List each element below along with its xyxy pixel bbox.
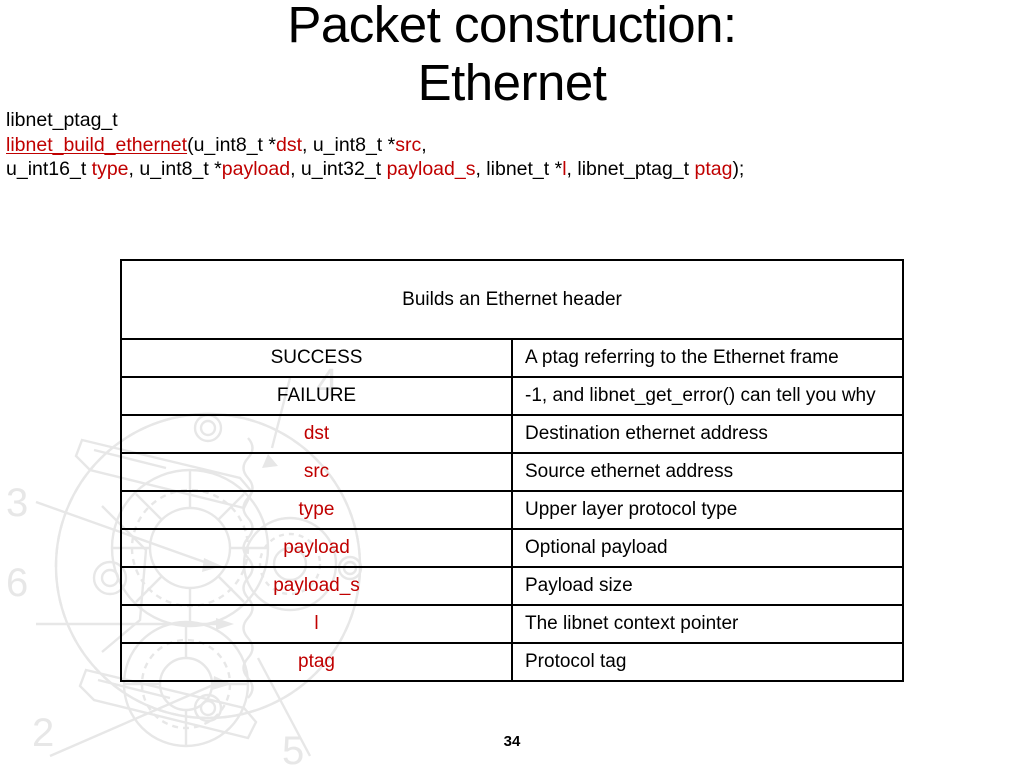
prototype-seg-4: u_int16_t (6, 158, 92, 180)
prototype-arg-payload: payload (221, 158, 291, 180)
prototype-seg-5: , u_int8_t * (128, 158, 222, 180)
prototype-seg-2: , u_int8_t * (301, 133, 396, 156)
table-row: src Source ethernet address (120, 452, 904, 492)
table-header-cell: Builds an Ethernet header (120, 259, 904, 340)
table-cell-value: Destination ethernet address (511, 414, 904, 454)
table-cell-key: dst (120, 414, 513, 454)
table-cell-value: Protocol tag (511, 642, 904, 682)
table-cell-value: -1, and libnet_get_error() can tell you … (511, 376, 904, 416)
prototype-line-1: libnet_ptag_t (6, 108, 1016, 133)
table-row: type Upper layer protocol type (120, 490, 904, 530)
table-cell-key: SUCCESS (120, 338, 513, 378)
table-cell-value: Payload size (511, 566, 904, 606)
prototype-arg-dst: dst (275, 133, 302, 156)
table-cell-key: FAILURE (120, 376, 513, 416)
table-row: l The libnet context pointer (120, 604, 904, 644)
prototype-seg-7: , libnet_t * (475, 158, 563, 180)
table-row: SUCCESS A ptag referring to the Ethernet … (120, 338, 904, 378)
table-cell-value: Upper layer protocol type (511, 490, 904, 530)
table-cell-value: The libnet context pointer (511, 604, 904, 644)
slide-title: Packet construction: Ethernet (287, 0, 737, 111)
table-cell-value: A ptag referring to the Ethernet frame (511, 338, 904, 378)
page-number: 34 (503, 733, 521, 750)
table-cell-value: Optional payload (511, 528, 904, 568)
table-cell-key: payload_s (120, 566, 513, 606)
table-cell-key: src (120, 452, 513, 492)
prototype-seg-1: u_int8_t * (193, 133, 276, 156)
function-prototype: libnet_ptag_t libnet_build_ethernet(u_in… (6, 108, 1016, 182)
prototype-seg-3: , (421, 133, 427, 156)
prototype-arg-ptag: ptag (694, 158, 733, 180)
prototype-arg-payload-s: payload_s (386, 158, 476, 180)
table-row: payload_s Payload size (120, 566, 904, 606)
table-header-row: Builds an Ethernet header (120, 259, 904, 340)
table-row: ptag Protocol tag (120, 642, 904, 682)
table-cell-key: payload (120, 528, 513, 568)
table-cell-key: ptag (120, 642, 513, 682)
prototype-line-2: libnet_build_ethernet(u_int8_t *dst, u_i… (6, 133, 1016, 158)
table-cell-key: type (120, 490, 513, 530)
prototype-seg-9: ); (732, 158, 745, 180)
table-row: FAILURE -1, and libnet_get_error() can te… (120, 376, 904, 416)
prototype-arg-src: src (395, 133, 422, 156)
prototype-arg-type: type (91, 158, 129, 180)
table-body: Builds an Ethernet header SUCCESS A ptag … (120, 259, 904, 682)
prototype-seg-6: , u_int32_t (290, 158, 387, 180)
prototype-return-type: libnet_ptag_t (6, 109, 118, 131)
table-cell-key: l (120, 604, 513, 644)
slide-content: Packet construction: Ethernet libnet_pta… (0, 0, 1024, 768)
parameter-description-table: Builds an Ethernet header SUCCESS A ptag … (120, 259, 904, 682)
prototype-function-name[interactable]: libnet_build_ethernet (6, 134, 187, 156)
prototype-seg-8: , libnet_ptag_t (566, 158, 695, 180)
table-row: dst Destination ethernet address (120, 414, 904, 454)
prototype-line-3: u_int16_t type, u_int8_t *payload, u_int… (6, 157, 1016, 182)
table-cell-value: Source ethernet address (511, 452, 904, 492)
table-row: payload Optional payload (120, 528, 904, 568)
